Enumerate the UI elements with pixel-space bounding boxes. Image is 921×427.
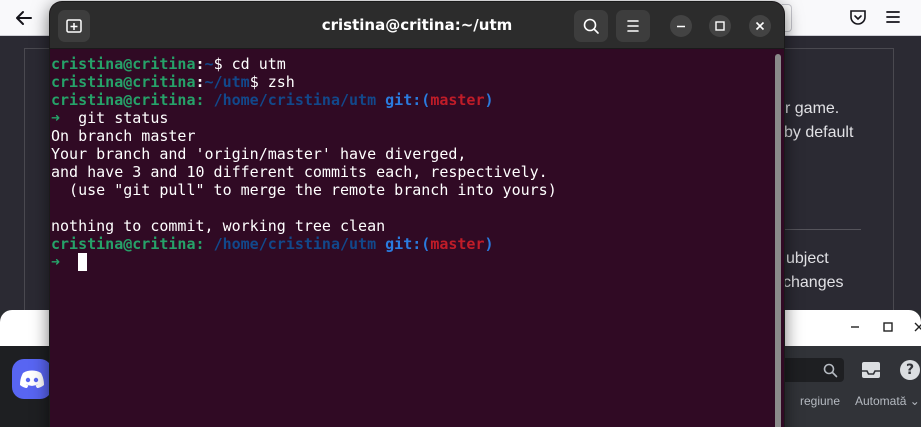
- discord-icon[interactable]: [12, 359, 52, 399]
- terminal-line: cristina@critina: /home/cristina/utm git…: [51, 235, 494, 253]
- maximize-button[interactable]: [709, 15, 731, 37]
- minimize-icon[interactable]: [846, 318, 864, 336]
- terminal-text-segment: $ cd utm: [213, 55, 286, 73]
- divider: [775, 229, 861, 230]
- terminal-text-segment: ➜: [51, 109, 79, 127]
- terminal-text-segment: master: [430, 235, 485, 253]
- search-button[interactable]: [574, 10, 608, 42]
- terminal-line: cristina@critina:~/utm$ zsh: [51, 73, 295, 91]
- maximize-icon[interactable]: [879, 318, 897, 336]
- terminal-line: ➜ git status: [51, 109, 168, 127]
- terminal-line: Your branch and 'origin/master' have div…: [51, 145, 466, 163]
- terminal-line: On branch master: [51, 127, 196, 145]
- terminal-text-segment: cristina@critina: [51, 55, 196, 73]
- dropdown-value: Automată: [855, 394, 907, 408]
- terminal-line: ➜: [51, 253, 88, 271]
- page-text-fragment: changes: [783, 274, 844, 291]
- text-cursor: [78, 253, 88, 271]
- terminal-text-segment: git:(: [385, 91, 431, 109]
- close-icon[interactable]: [910, 318, 921, 336]
- terminal-text-segment: ➜: [51, 253, 79, 271]
- terminal-line: and have 3 and 10 different commits each…: [51, 163, 548, 181]
- scrollbar[interactable]: [775, 54, 781, 427]
- terminal-text-segment: $ zsh: [249, 73, 295, 91]
- terminal-text-segment: :: [195, 55, 205, 73]
- terminal-text-segment: git status: [78, 109, 169, 127]
- region-label: regiune: [800, 394, 841, 408]
- terminal-line: (use "git pull" to merge the remote bran…: [51, 181, 557, 199]
- back-arrow-icon[interactable]: [12, 6, 36, 30]
- search-icon: [583, 18, 599, 34]
- terminal-text-segment: ): [484, 235, 494, 253]
- terminal-text-segment: /home/cristina/utm: [213, 91, 386, 109]
- page-text-fragment: ubject: [786, 250, 829, 267]
- terminal-line: cristina@critina:~$ cd utm: [51, 55, 286, 73]
- terminal-text-segment: ~: [204, 55, 214, 73]
- page-text-fragment: by default: [784, 124, 854, 141]
- close-button[interactable]: [749, 15, 771, 37]
- inbox-icon[interactable]: [860, 360, 882, 380]
- automatic-dropdown[interactable]: Automată ⌄: [855, 394, 920, 408]
- terminal-text-segment: ~/utm: [204, 73, 250, 91]
- terminal-text-segment: cristina@critina: [51, 73, 196, 91]
- hamburger-menu-icon[interactable]: [883, 7, 903, 27]
- terminal-text-segment: cristina@critina:: [51, 235, 214, 253]
- terminal-text-segment: and have 3 and 10 different commits each…: [51, 163, 548, 181]
- terminal-window[interactable]: cristina@critina:~/utm ⁝⁝ cristina@criti…: [50, 2, 784, 427]
- terminal-text-segment: master: [430, 91, 485, 109]
- pocket-icon[interactable]: [848, 7, 868, 27]
- terminal-line: nothing to commit, working tree clean: [51, 217, 385, 235]
- terminal-text-segment: cristina@critina:: [51, 91, 214, 109]
- terminal-text-segment: (use "git pull" to merge the remote bran…: [51, 181, 557, 199]
- page-text-fragment: r game.: [785, 100, 840, 117]
- terminal-line: cristina@critina: /home/cristina/utm git…: [51, 91, 494, 109]
- terminal-text-segment: git:(: [385, 235, 431, 253]
- terminal-text-segment: nothing to commit, working tree clean: [51, 217, 386, 235]
- terminal-text-segment: ): [484, 91, 494, 109]
- window-title: cristina@critina:~/utm: [321, 16, 513, 34]
- terminal-header-bar: cristina@critina:~/utm: [50, 2, 784, 49]
- terminal-text-segment: On branch master: [51, 127, 196, 145]
- hamburger-menu-icon: [627, 20, 639, 32]
- terminal-text-segment: :: [195, 73, 205, 91]
- terminal-text-segment: /home/cristina/utm: [213, 235, 386, 253]
- minimize-button[interactable]: [670, 15, 692, 37]
- chevron-down-icon: ⌄: [909, 394, 920, 408]
- terminal-output[interactable]: ⁝⁝ cristina@critina:~$ cd utmcristina@cr…: [50, 50, 784, 427]
- terminal-text-segment: Your branch and 'origin/master' have div…: [51, 145, 467, 163]
- menu-button[interactable]: [616, 10, 650, 42]
- minimize-icon: [677, 25, 685, 28]
- new-tab-button[interactable]: [58, 10, 90, 42]
- close-icon: [755, 21, 765, 31]
- help-icon[interactable]: ?: [900, 360, 920, 380]
- maximize-icon: [715, 21, 725, 31]
- search-icon[interactable]: [822, 362, 838, 378]
- new-tab-icon: [66, 19, 82, 33]
